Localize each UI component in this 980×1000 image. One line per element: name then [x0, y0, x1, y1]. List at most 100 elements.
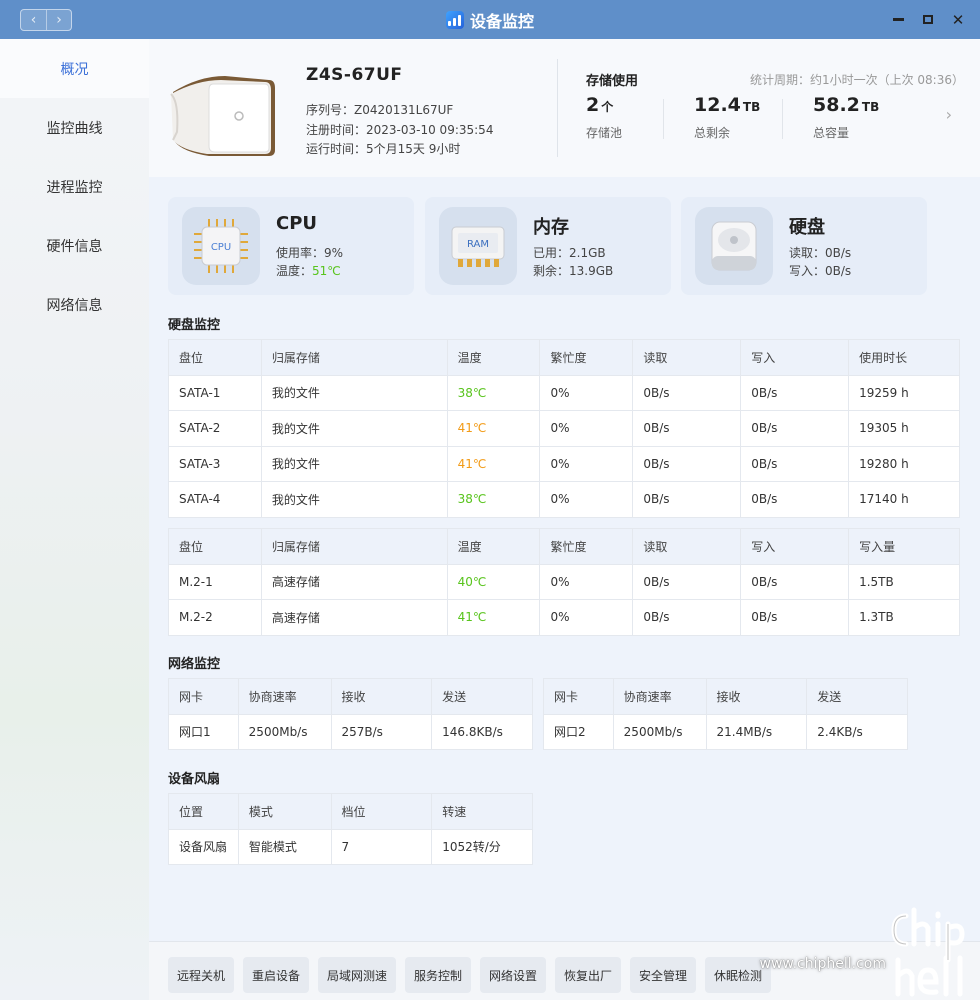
pool-label: 存储池 [586, 126, 623, 140]
cpu-chip-icon: CPU [182, 207, 260, 285]
memory-free: 剩余：13.9GB [533, 264, 614, 278]
hard-disk-icon [695, 207, 773, 285]
memory-title: 内存 [533, 217, 569, 238]
total-label: 总容量 [813, 126, 850, 140]
remote-shutdown-button[interactable]: 远程关机 [168, 957, 235, 993]
sidebar-item-label: 硬件信息 [46, 238, 103, 255]
table-cell: 0B/s [740, 563, 850, 600]
temperature-cell: 38℃ [446, 481, 541, 518]
table-cell: M.2-2 [168, 599, 262, 636]
window-title-area: 设备监控 [0, 0, 980, 39]
window-title: 设备监控 [469, 11, 534, 31]
cpu-summary-card[interactable]: CPU CPU 使用率：9% 温度：51℃ [168, 197, 414, 295]
sidebar-item-monitor-curve[interactable]: 监控曲线 [0, 98, 149, 157]
ram-chip-label: RAM [467, 239, 489, 250]
close-icon[interactable]: ✕ [950, 11, 966, 29]
disk-summary-card[interactable]: 硬盘 读取：0B/s 写入：0B/s [681, 197, 927, 295]
free-label: 总剩余 [694, 126, 731, 140]
temperature-cell: 41℃ [446, 445, 541, 482]
network-port1-table: 网卡 协商速率 接收 发送 网口1 2500Mb/s 257B/s 146.8K… [168, 678, 533, 750]
table-cell: 21.4MB/s [705, 713, 808, 750]
security-management-button[interactable]: 安全管理 [630, 957, 697, 993]
device-uptime: 运行时间：5个月15天 9小时 [306, 142, 461, 156]
network-settings-button[interactable]: 网络设置 [480, 957, 547, 993]
column-header: 网卡 [543, 678, 614, 715]
column-header: 写入 [740, 528, 850, 565]
fan-title: 设备风扇 [168, 772, 221, 787]
storage-more-chevron-icon[interactable]: › [946, 105, 952, 124]
table-cell: 设备风扇 [168, 828, 239, 865]
temperature-cell: 40℃ [446, 563, 541, 600]
column-header: 读取 [632, 339, 742, 376]
chiphell-logo-icon [891, 907, 965, 997]
table-row: SATA-2 我的文件 41℃ 0% 0B/s 0B/s 19305 h [168, 410, 960, 447]
ram-chip-icon: RAM [439, 207, 517, 285]
table-row: 设备风扇 智能模式 7 1052转/分 [168, 828, 533, 865]
lan-speed-test-button[interactable]: 局域网测速 [318, 957, 397, 993]
sidebar-item-process-monitor[interactable]: 进程监控 [0, 157, 149, 216]
column-header: 繁忙度 [539, 339, 634, 376]
device-meta: 序列号：Z0420131L67UF 注册时间：2023-03-10 09:35:… [306, 101, 493, 160]
table-cell: SATA-2 [168, 410, 262, 447]
maximize-icon[interactable] [920, 12, 936, 28]
column-header: 归属存储 [260, 339, 448, 376]
table-cell: 0B/s [632, 563, 742, 600]
table-cell: 0B/s [740, 374, 850, 411]
column-header: 读取 [632, 528, 742, 565]
table-cell: 0B/s [740, 410, 850, 447]
table-cell: 257B/s [330, 713, 433, 750]
table-row: SATA-4 我的文件 38℃ 0% 0B/s 0B/s 17140 h [168, 481, 960, 518]
device-serial: 序列号：Z0420131L67UF [306, 103, 454, 117]
column-header: 写入量 [848, 528, 960, 565]
table-row: SATA-3 我的文件 41℃ 0% 0B/s 0B/s 19280 h [168, 445, 960, 482]
sidebar-item-label: 概况 [60, 61, 89, 78]
table-cell: 0% [539, 374, 634, 411]
sidebar-item-hardware-info[interactable]: 硬件信息 [0, 216, 149, 275]
table-cell: 19280 h [848, 445, 960, 482]
cpu-chip-label: CPU [211, 242, 231, 253]
network-port2-table: 网卡 协商速率 接收 发送 网口2 2500Mb/s 21.4MB/s 2.4K… [543, 678, 908, 750]
device-name: Z4S-67UF [306, 65, 403, 85]
minimize-icon[interactable] [890, 12, 906, 28]
sidebar: 概况 监控曲线 进程监控 硬件信息 网络信息 [0, 39, 149, 1000]
table-row: SATA-1 我的文件 38℃ 0% 0B/s 0B/s 19259 h [168, 374, 960, 411]
divider [663, 99, 664, 139]
cpu-usage: 使用率：9% [276, 246, 344, 260]
pool-unit: 个 [601, 100, 614, 114]
table-header-row: 盘位 归属存储 温度 繁忙度 读取 写入 写入量 [168, 528, 960, 565]
table-header-row: 网卡 协商速率 接收 发送 [543, 678, 908, 715]
table-cell: 高速存储 [260, 563, 448, 600]
sidebar-item-network-info[interactable]: 网络信息 [0, 275, 149, 334]
memory-summary-card[interactable]: RAM 内存 已用：2.1GB 剩余：13.9GB [425, 197, 671, 295]
table-row: M.2-1 高速存储 40℃ 0% 0B/s 0B/s 1.5TB [168, 563, 960, 600]
factory-reset-button[interactable]: 恢复出厂 [555, 957, 622, 993]
network-monitor-title: 网络监控 [168, 657, 221, 672]
fan-table: 位置 模式 档位 转速 设备风扇 智能模式 7 1052转/分 [168, 793, 533, 865]
monitor-app-icon [445, 10, 464, 29]
table-cell: 智能模式 [237, 828, 332, 865]
table-row: M.2-2 高速存储 41℃ 0% 0B/s 0B/s 1.3TB [168, 599, 960, 636]
nas-device-image [170, 76, 275, 156]
watermark: www.chiphell.com [760, 904, 976, 998]
table-cell: 我的文件 [260, 481, 448, 518]
table-cell: 高速存储 [260, 599, 448, 636]
sidebar-item-overview[interactable]: 概况 [0, 39, 149, 98]
table-cell: 0B/s [632, 481, 742, 518]
table-cell: 19305 h [848, 410, 960, 447]
column-header: 档位 [330, 793, 433, 830]
table-cell: 我的文件 [260, 445, 448, 482]
m2-disk-table: 盘位 归属存储 温度 繁忙度 读取 写入 写入量 M.2-1 高速存储 40℃ … [168, 528, 960, 636]
column-header: 发送 [806, 678, 908, 715]
table-header-row: 位置 模式 档位 转速 [168, 793, 533, 830]
storage-stat-period: 统计周期：约1小时一次（上次 08:36） [749, 73, 964, 87]
cpu-temp: 温度：51℃ [276, 264, 341, 278]
table-cell: 0B/s [740, 599, 850, 636]
disk-monitor-title: 硬盘监控 [168, 318, 221, 333]
service-control-button[interactable]: 服务控制 [405, 957, 472, 993]
table-row: 网口1 2500Mb/s 257B/s 146.8KB/s [168, 713, 533, 750]
column-header: 位置 [168, 793, 239, 830]
column-header: 盘位 [168, 528, 262, 565]
restart-device-button[interactable]: 重启设备 [243, 957, 310, 993]
column-header: 模式 [237, 793, 332, 830]
table-cell: 146.8KB/s [431, 713, 533, 750]
